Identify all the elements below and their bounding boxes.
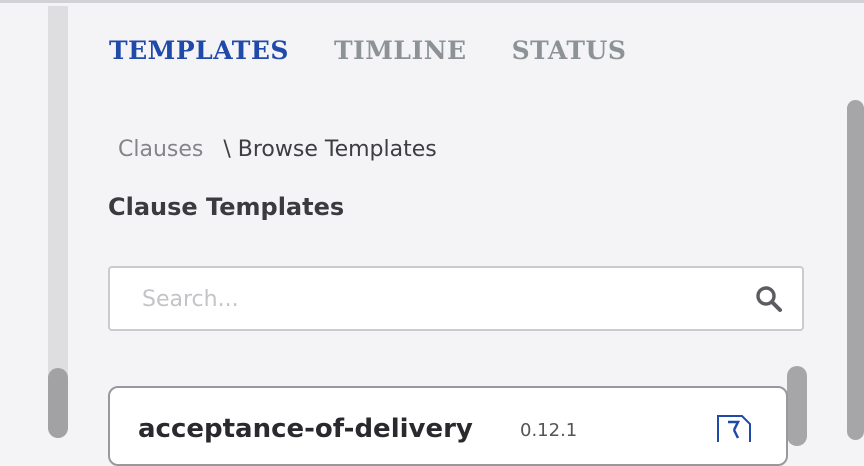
page-scrollbar-thumb[interactable] [847,100,864,440]
breadcrumb-clauses-link[interactable]: Clauses [118,137,203,162]
template-card[interactable]: acceptance-of-delivery 0.12.1 [108,386,788,466]
tab-status[interactable]: STATUS [512,34,627,68]
search-input[interactable] [140,268,734,331]
template-list-scrollbar-thumb[interactable] [787,366,807,446]
breadcrumb-current: Browse Templates [237,137,437,162]
breadcrumb-separator: \ [223,137,231,162]
section-title: Clause Templates [108,193,345,221]
main-tabs: TEMPLATES TIMLINE STATUS [109,34,671,68]
search-icon[interactable] [755,285,783,313]
tab-timeline[interactable]: TIMLINE [334,34,467,68]
tab-templates[interactable]: TEMPLATES [109,34,289,68]
document-icon[interactable] [708,412,756,442]
template-version: 0.12.1 [520,420,578,441]
search-box [108,266,804,331]
breadcrumb: Clauses \ Browse Templates [118,136,437,164]
top-divider [0,0,864,3]
template-name: acceptance-of-delivery [138,414,473,444]
left-scrollbar-track[interactable] [48,6,68,428]
